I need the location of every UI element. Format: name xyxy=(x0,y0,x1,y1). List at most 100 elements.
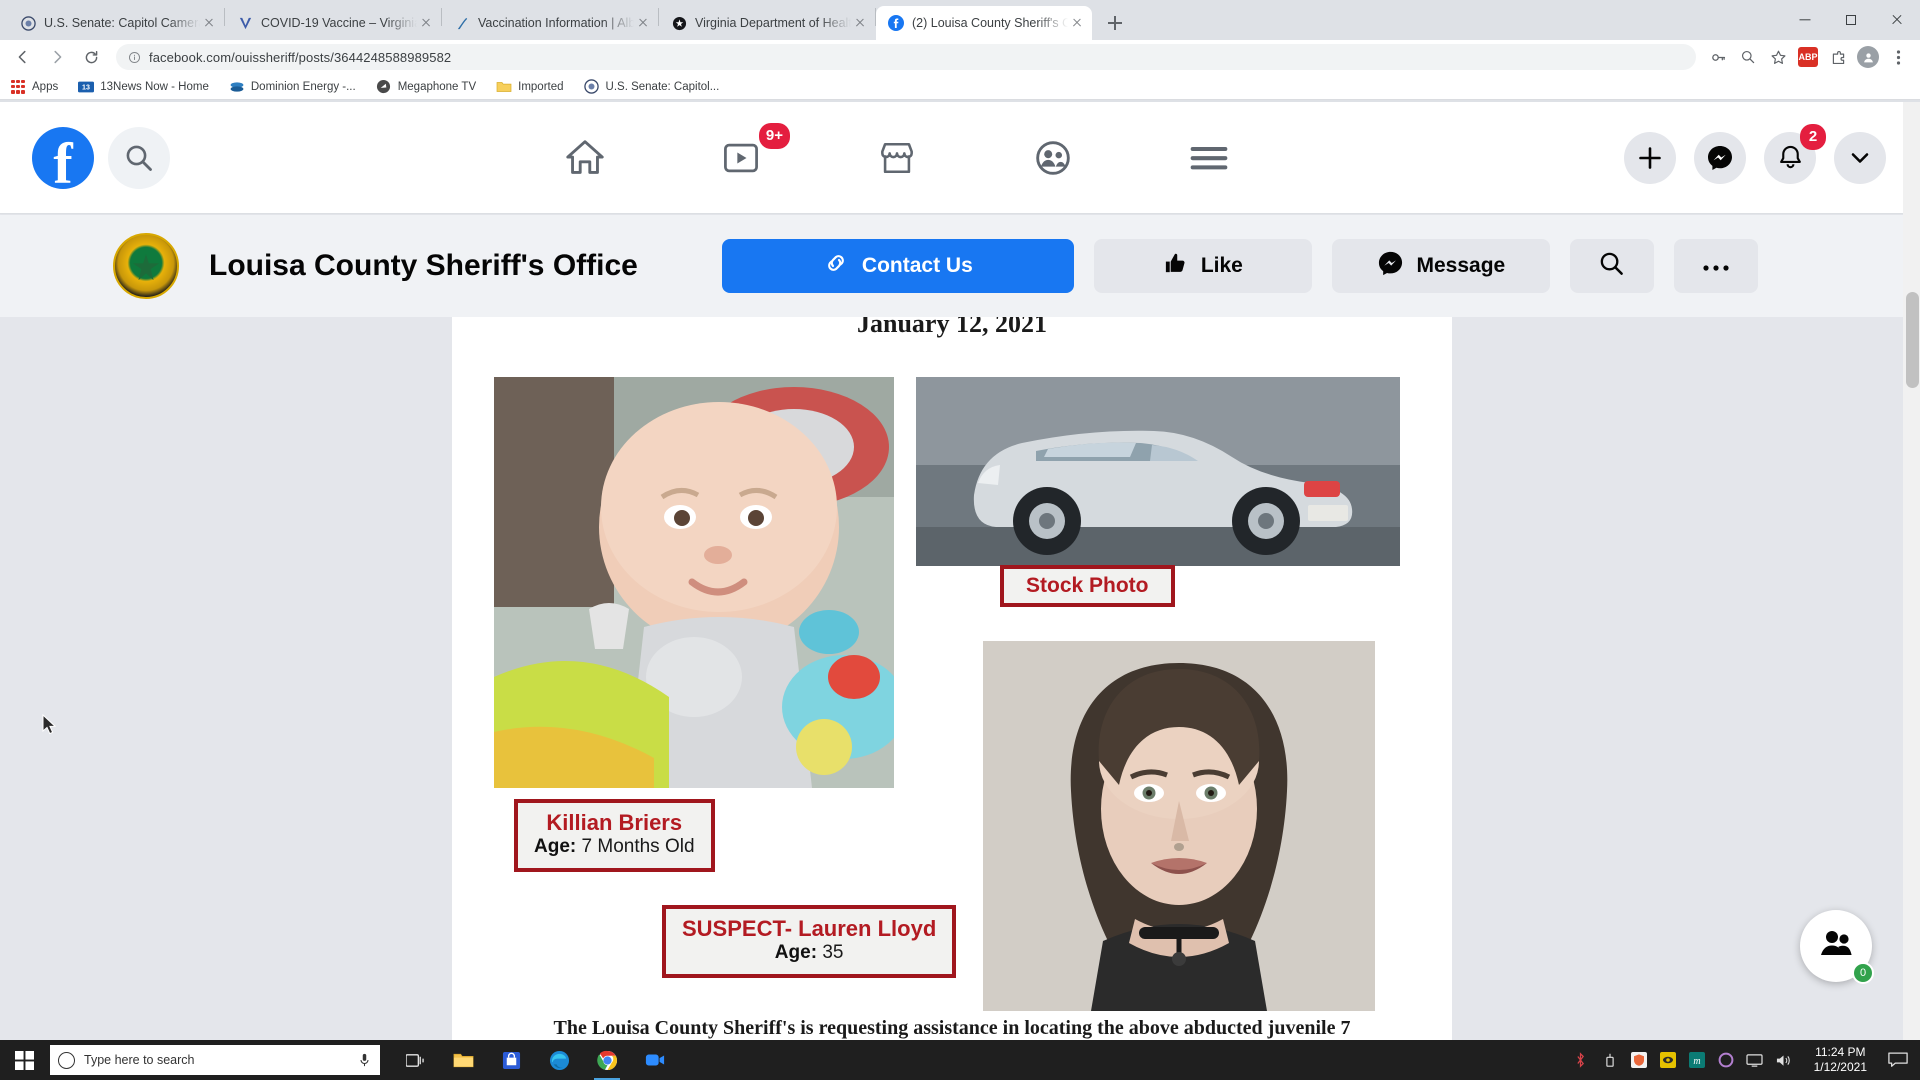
messenger-button[interactable] xyxy=(1694,131,1746,184)
shield-icon[interactable] xyxy=(1630,1051,1648,1069)
chrome-button[interactable] xyxy=(586,1040,628,1080)
profile-icon[interactable] xyxy=(1854,43,1882,71)
volume-icon[interactable] xyxy=(1775,1051,1793,1069)
zoom-app-button[interactable] xyxy=(634,1040,676,1080)
adblock-icon[interactable]: ABP xyxy=(1794,43,1822,71)
nav-watch[interactable]: 9+ xyxy=(706,122,790,189)
label-sub-value: 7 Months Old xyxy=(581,836,695,858)
post-area: January 12, 2021 Stock Photo Killian Bri… xyxy=(0,317,1920,1040)
microsoft-store-button[interactable] xyxy=(490,1040,532,1080)
search-icon xyxy=(58,1051,75,1069)
browser-tab-0[interactable]: U.S. Senate: Capitol Camera xyxy=(8,6,224,40)
scrollbar-thumb[interactable] xyxy=(1906,292,1919,388)
close-icon[interactable] xyxy=(1068,14,1086,32)
page-search-button[interactable] xyxy=(1569,239,1654,293)
contact-us-button[interactable]: Contact Us xyxy=(721,239,1074,293)
bookmark-apps[interactable]: Apps xyxy=(10,79,58,95)
back-button[interactable] xyxy=(8,42,38,72)
tab-title: U.S. Senate: Capitol Camera xyxy=(44,16,200,30)
nav-menu[interactable] xyxy=(1174,127,1244,189)
m-icon[interactable]: m xyxy=(1688,1051,1706,1069)
albemarle-icon xyxy=(454,15,470,31)
bookmark-senate[interactable]: U.S. Senate: Capitol... xyxy=(584,79,719,95)
label-sub-value: 35 xyxy=(822,942,844,964)
message-button[interactable]: Message xyxy=(1331,239,1550,293)
bookmark-imported[interactable]: Imported xyxy=(496,79,564,95)
facebook-top-bar: f 9+ 2 xyxy=(0,102,1920,214)
edge-button[interactable] xyxy=(538,1040,580,1080)
reload-button[interactable] xyxy=(76,42,106,72)
browser-tab-1[interactable]: COVID-19 Vaccine – Virginia COV xyxy=(225,6,441,40)
forward-button[interactable] xyxy=(42,42,72,72)
taskbar-search-box[interactable]: Type here to search xyxy=(50,1045,380,1075)
tab-title: Virginia Department of Health | F xyxy=(695,16,851,30)
task-view-button[interactable] xyxy=(394,1040,436,1080)
messenger-chat-button[interactable]: 0 xyxy=(1800,910,1874,984)
stock-photo-text: Stock Photo xyxy=(1026,574,1149,597)
close-window-button[interactable] xyxy=(1874,4,1920,36)
ellipsis-icon xyxy=(1702,254,1730,278)
nav-home[interactable] xyxy=(550,127,620,189)
create-button[interactable] xyxy=(1624,131,1676,184)
bookmark-label: Apps xyxy=(32,80,59,93)
star-icon[interactable] xyxy=(1764,43,1792,71)
key-icon[interactable] xyxy=(1704,43,1732,71)
bookmark-13news[interactable]: 13 13News Now - Home xyxy=(78,79,209,95)
nav-groups[interactable] xyxy=(1018,127,1088,189)
windows-taskbar: Type here to search m 11:24 PM 1/12/2021 xyxy=(0,1040,1920,1080)
o-icon[interactable] xyxy=(1717,1051,1735,1069)
search-icon[interactable] xyxy=(108,126,170,189)
security-icon[interactable] xyxy=(1659,1051,1677,1069)
minimize-button[interactable] xyxy=(1782,4,1828,36)
facebook-right-actions: 2 xyxy=(1624,123,1886,184)
microphone-icon[interactable] xyxy=(358,1053,372,1067)
close-icon[interactable] xyxy=(851,14,869,32)
facebook-logo-icon[interactable]: f xyxy=(32,126,94,192)
svg-text:m: m xyxy=(1693,1056,1700,1067)
bookmark-label: Imported xyxy=(518,80,564,93)
account-button[interactable] xyxy=(1834,131,1886,184)
system-tray: m 11:24 PM 1/12/2021 xyxy=(1572,1045,1920,1075)
extensions-icon[interactable] xyxy=(1824,43,1852,71)
nav-marketplace[interactable] xyxy=(862,127,932,189)
page-more-button[interactable] xyxy=(1673,239,1758,293)
bookmark-megaphone[interactable]: Megaphone TV xyxy=(376,79,476,95)
start-button[interactable] xyxy=(0,1040,48,1080)
page-actions: Contact Us Like Message xyxy=(721,239,1758,293)
address-bar[interactable]: facebook.com/ouissheriff/posts/364424858… xyxy=(116,44,1696,70)
notification-icon[interactable] xyxy=(1888,1051,1910,1069)
label-lauren-lloyd: SUSPECT- Lauren Lloyd Age: 35 xyxy=(662,905,957,979)
menu-icon[interactable] xyxy=(1884,43,1912,71)
display-icon[interactable] xyxy=(1746,1051,1764,1069)
close-icon[interactable] xyxy=(417,14,435,32)
new-tab-button[interactable] xyxy=(1100,8,1130,38)
mouse-cursor xyxy=(42,714,57,735)
file-explorer-button[interactable] xyxy=(442,1040,484,1080)
avatar[interactable] xyxy=(113,233,179,299)
like-button[interactable]: Like xyxy=(1093,239,1312,293)
bookmark-dominion[interactable]: Dominion Energy -... xyxy=(229,79,356,95)
browser-tab-4-active[interactable]: (2) Louisa County Sheriff's Office xyxy=(876,6,1092,40)
label-sub-prefix: Age: xyxy=(774,942,818,964)
senate-seal-icon xyxy=(20,15,36,31)
page-scrollbar[interactable] xyxy=(1903,102,1920,1040)
browser-tab-3[interactable]: Virginia Department of Health | F xyxy=(659,6,875,40)
post-card: January 12, 2021 Stock Photo Killian Bri… xyxy=(452,317,1452,1040)
chat-count-badge: 0 xyxy=(1852,962,1874,984)
search-placeholder: Type here to search xyxy=(84,1053,195,1067)
bookmark-label: Megaphone TV xyxy=(397,80,477,93)
maximize-button[interactable] xyxy=(1828,4,1874,36)
bluetooth-icon[interactable] xyxy=(1572,1051,1590,1069)
taskbar-clock[interactable]: 11:24 PM 1/12/2021 xyxy=(1814,1045,1867,1075)
close-icon[interactable] xyxy=(634,14,652,32)
url-text: facebook.com/ouissheriff/posts/364424858… xyxy=(149,49,452,65)
post-date: January 12, 2021 xyxy=(857,317,1047,338)
svg-text:13: 13 xyxy=(82,83,90,91)
close-icon[interactable] xyxy=(200,14,218,32)
notifications-button[interactable]: 2 xyxy=(1764,123,1826,184)
usb-icon[interactable] xyxy=(1601,1051,1619,1069)
zoom-icon[interactable] xyxy=(1734,43,1762,71)
megaphone-icon xyxy=(376,79,392,95)
dominion-icon xyxy=(229,79,245,95)
browser-tab-2[interactable]: Vaccination Information | Albema xyxy=(442,6,658,40)
